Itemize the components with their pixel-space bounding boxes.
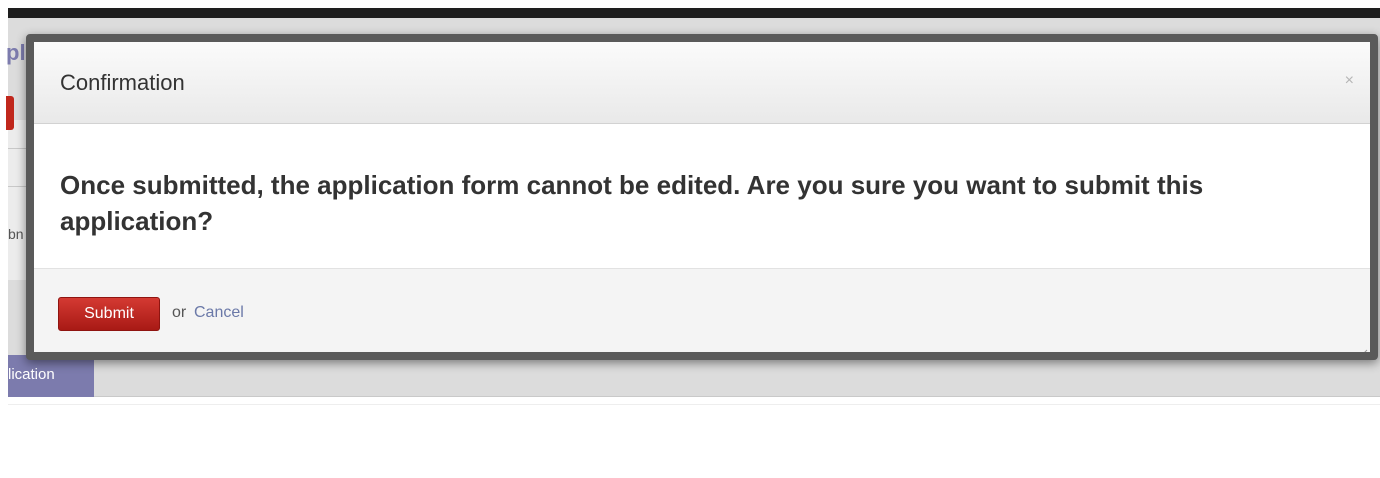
background-separator <box>8 404 1380 405</box>
dialog-header: Confirmation × <box>34 42 1370 124</box>
dialog-title: Confirmation <box>60 70 185 95</box>
dialog-message: Once submitted, the application form can… <box>60 170 1204 236</box>
or-text: or <box>172 304 187 321</box>
tab-application[interactable]: lication <box>8 355 94 397</box>
resize-handle-icon[interactable] <box>1356 346 1368 352</box>
background-action-button[interactable] <box>6 96 14 130</box>
cancel-link[interactable]: Cancel <box>194 304 244 322</box>
close-icon[interactable]: × <box>1345 72 1354 90</box>
background-page-title: pl <box>6 40 26 65</box>
dialog-body: Once submitted, the application form can… <box>34 125 1370 268</box>
dialog-footer: Submit or Cancel <box>34 268 1370 352</box>
background-content-area <box>8 397 1380 478</box>
background-field-text: bn <box>8 226 24 242</box>
background-tab-bar <box>94 355 1380 397</box>
confirmation-dialog: Confirmation × Once submitted, the appli… <box>26 34 1378 360</box>
top-navbar <box>8 8 1380 18</box>
submit-button[interactable]: Submit <box>58 297 160 331</box>
